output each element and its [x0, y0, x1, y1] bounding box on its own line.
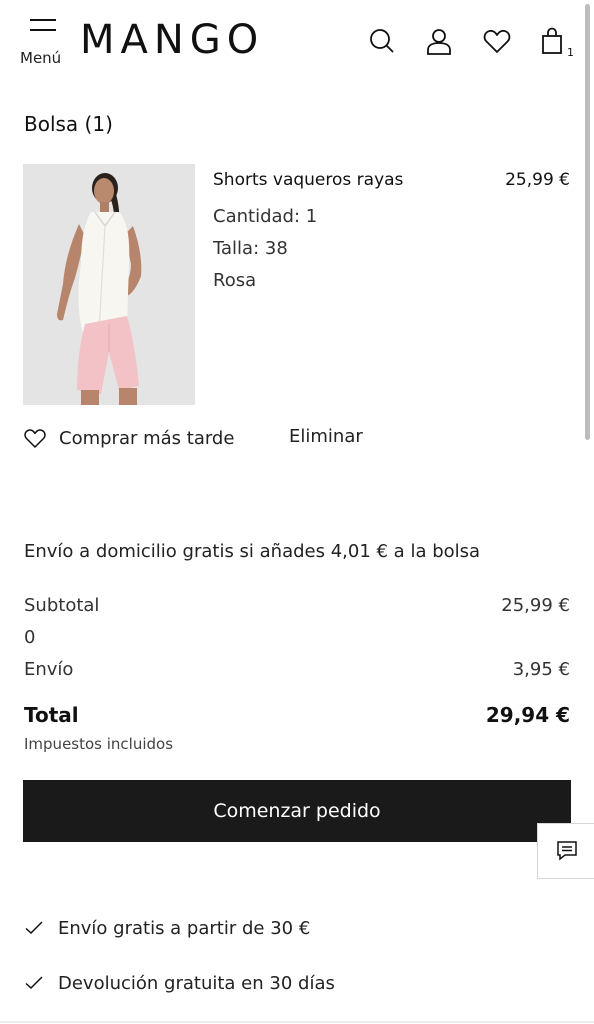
- heart-icon: [23, 426, 47, 450]
- discount-value: 0: [24, 627, 36, 648]
- product-name[interactable]: Shorts vaqueros rayas: [213, 170, 403, 190]
- chat-icon: [555, 839, 579, 863]
- product-image[interactable]: [23, 164, 195, 405]
- bag-icon[interactable]: [538, 26, 568, 56]
- benefit-free-returns: Devolución gratuita en 30 días: [24, 970, 335, 996]
- benefit-label: Envío gratis a partir de 30 €: [58, 917, 311, 939]
- chat-button[interactable]: [537, 823, 594, 879]
- check-icon: [24, 973, 44, 993]
- bag-count-badge: 1: [567, 46, 574, 59]
- benefit-label: Devolución gratuita en 30 días: [58, 972, 335, 994]
- bag-title: Bolsa (1): [24, 112, 113, 136]
- user-icon[interactable]: [424, 26, 454, 56]
- tax-note: Impuestos incluidos: [24, 735, 174, 753]
- shipping-label: Envío: [24, 659, 74, 680]
- total-label: Total: [24, 703, 79, 727]
- check-icon: [24, 918, 44, 938]
- menu-label: Menú: [20, 49, 62, 67]
- total-value: 29,94 €: [485, 703, 570, 727]
- product-color: Rosa: [213, 270, 257, 291]
- scrollbar[interactable]: [585, 4, 590, 440]
- product-size[interactable]: Talla: 38: [213, 238, 288, 259]
- benefit-free-shipping: Envío gratis a partir de 30 €: [24, 915, 310, 941]
- menu-icon: [30, 19, 56, 21]
- mango-logo[interactable]: MANGO: [80, 20, 264, 60]
- buy-later-button[interactable]: Comprar más tarde: [23, 425, 234, 451]
- subtotal-value: 25,99 €: [501, 595, 570, 616]
- shipping-value: 3,95 €: [512, 659, 570, 680]
- heart-icon[interactable]: [482, 26, 512, 56]
- free-shipping-note: Envío a domicilio gratis si añades 4,01 …: [24, 541, 481, 562]
- menu-button[interactable]: Menú: [20, 14, 70, 68]
- checkout-button[interactable]: Comenzar pedido: [23, 780, 571, 842]
- divider: [0, 1021, 594, 1023]
- buy-later-label: Comprar más tarde: [59, 427, 235, 449]
- subtotal-label: Subtotal: [24, 595, 100, 616]
- menu-icon-bar: [30, 29, 56, 31]
- product-quantity[interactable]: Cantidad: 1: [213, 206, 317, 227]
- search-icon[interactable]: [367, 26, 397, 56]
- remove-button[interactable]: Eliminar: [289, 426, 363, 447]
- product-price: 25,99 €: [505, 170, 570, 190]
